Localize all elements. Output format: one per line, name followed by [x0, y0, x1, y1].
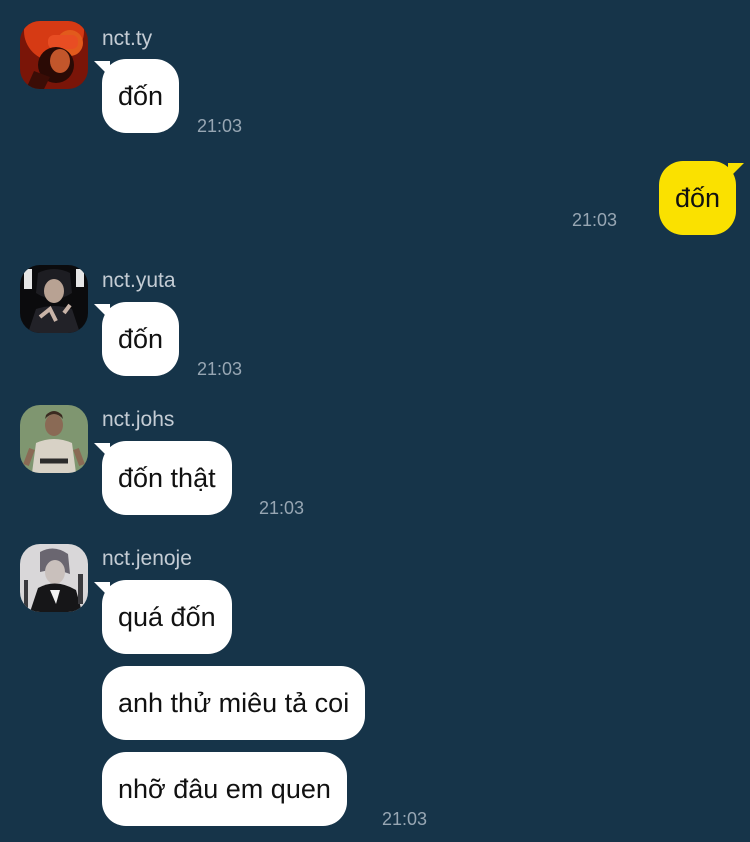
- sender-name: nct.yuta: [102, 269, 176, 292]
- message-text: quá đốn: [118, 602, 216, 632]
- message-bubble-outgoing[interactable]: đốn: [658, 161, 744, 235]
- message-bubble[interactable]: nhỡ đâu em quen: [102, 752, 347, 826]
- avatar-image: [20, 265, 88, 333]
- message-time: 21:03: [572, 210, 618, 230]
- bubble-tail: [728, 163, 744, 179]
- message-bubble[interactable]: đốn: [94, 59, 180, 133]
- message-bubble[interactable]: đốn: [94, 302, 180, 376]
- avatar-nct-yuta[interactable]: [20, 265, 88, 333]
- message-time: 21:03: [382, 809, 428, 829]
- message-time: 21:03: [197, 359, 243, 379]
- bubble-tail: [94, 304, 110, 320]
- message-text: nhỡ đâu em quen: [118, 774, 331, 804]
- bubble-tail: [94, 61, 110, 77]
- message-text: anh thử miêu tả coi: [118, 688, 350, 718]
- message-time: 21:03: [197, 116, 243, 136]
- message-time: 21:03: [259, 498, 305, 518]
- sender-name: nct.johs: [102, 408, 175, 431]
- message-text: đốn: [118, 81, 164, 111]
- message-bubble[interactable]: anh thử miêu tả coi: [102, 666, 366, 740]
- avatar-image: [20, 405, 88, 473]
- message-text: đốn: [674, 183, 720, 213]
- chat-view[interactable]: nct.ty đốn 21:03 21:03 đốn nct.yuta đốn …: [0, 0, 750, 842]
- bubble-tail: [94, 582, 110, 598]
- avatar-nct-johs[interactable]: [20, 405, 88, 473]
- message-bubble[interactable]: quá đốn: [94, 580, 232, 654]
- bubble-tail: [94, 443, 110, 459]
- message-text: đốn: [118, 324, 164, 354]
- message-text: đốn thật: [118, 463, 216, 493]
- sender-name: nct.jenoje: [102, 547, 192, 570]
- avatar-nct-ty[interactable]: [20, 21, 88, 89]
- sender-name: nct.ty: [102, 27, 153, 50]
- avatar-image: [20, 544, 88, 612]
- message-bubble[interactable]: đốn thật: [94, 441, 232, 515]
- avatar-image: [20, 21, 88, 89]
- avatar-nct-jenoje[interactable]: [20, 544, 88, 612]
